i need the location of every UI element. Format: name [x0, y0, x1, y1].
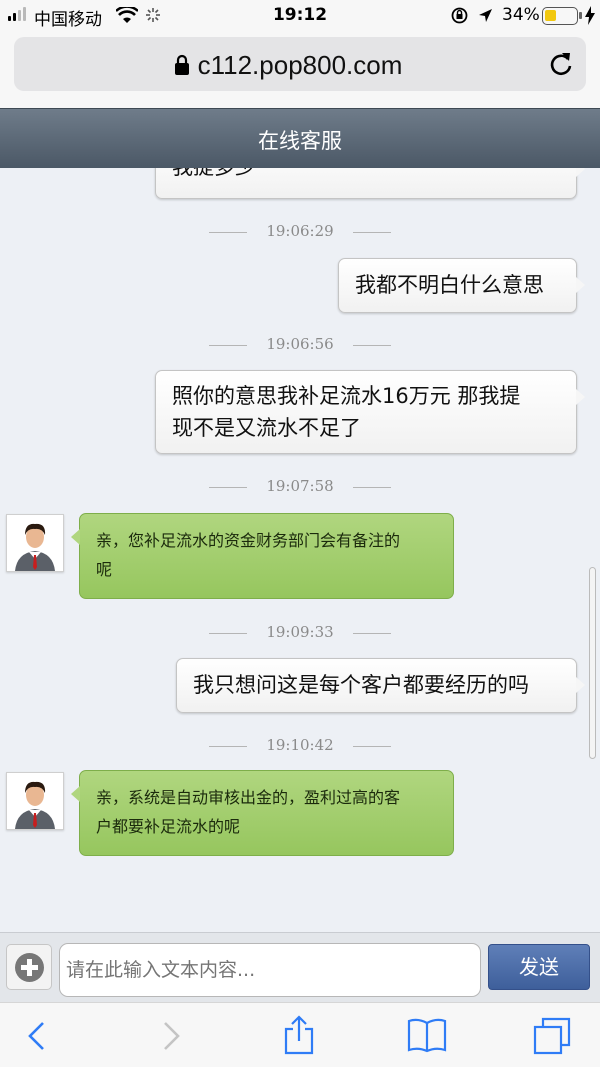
timestamp: 19:06:56: [0, 335, 600, 353]
battery-cap: [579, 12, 582, 19]
timestamp: 19:10:42: [0, 736, 600, 754]
forward-icon[interactable]: [160, 1021, 182, 1051]
bubble-tail: [71, 529, 80, 545]
page-title: 在线客服: [258, 129, 342, 153]
bubble-tail: [576, 277, 585, 293]
chat-area[interactable]: 我提多少 19:06:29 我都不明白什么意思 19:06:56 照你的意思我补…: [0, 168, 600, 932]
agent-avatar: [6, 514, 64, 572]
chat-scrollbar[interactable]: [589, 567, 596, 759]
bookmarks-icon[interactable]: [407, 1017, 447, 1053]
add-button[interactable]: [6, 944, 52, 990]
user-message: 我都不明白什么意思: [338, 258, 585, 313]
lock-icon: [175, 54, 189, 75]
agent-message: 亲，系统是自动审核出金的，盈利过高的客 户都要补足流水的呢: [71, 770, 454, 856]
agent-avatar: [6, 772, 64, 830]
message-text: 我提多少: [172, 168, 256, 179]
url-text[interactable]: c112.pop800.com: [14, 50, 586, 81]
user-message: 我提多少: [155, 168, 585, 199]
tabs-icon[interactable]: [533, 1017, 573, 1055]
bubble-tail: [576, 677, 585, 693]
message-composer: 发送: [0, 932, 600, 1002]
agent-avatar-icon: [7, 515, 63, 571]
battery-icon: [542, 7, 578, 25]
message-text-line: 现不是又流水不足了: [172, 416, 361, 440]
agent-message: 亲，您补足流水的资金财务部门会有备注的 呢: [71, 513, 454, 599]
bubble-tail: [576, 389, 585, 405]
reload-icon[interactable]: [548, 51, 574, 77]
location-icon: [479, 9, 492, 22]
timestamp-text: 19:06:56: [266, 335, 334, 353]
bubble-tail: [576, 168, 585, 177]
user-message: 照你的意思我补足流水16万元 那我提 现不是又流水不足了: [155, 370, 585, 454]
timestamp-text: 19:07:58: [266, 477, 334, 495]
chat-header: 在线客服: [0, 108, 600, 168]
bubble-tail: [71, 786, 80, 802]
message-text-line: 亲，您补足流水的资金财务部门会有备注的: [96, 531, 401, 550]
timestamp: 19:09:33: [0, 623, 600, 641]
battery-percent: 34%: [502, 5, 540, 25]
send-button[interactable]: 发送: [488, 944, 590, 990]
agent-avatar-icon: [7, 773, 63, 829]
timestamp-text: 19:10:42: [266, 736, 334, 754]
status-bar: 中国移动 19:12 34%: [0, 0, 600, 32]
address-bar[interactable]: c112.pop800.com: [14, 37, 586, 91]
timestamp: 19:06:29: [0, 222, 600, 240]
back-icon[interactable]: [26, 1021, 48, 1051]
orientation-lock-icon: [451, 7, 468, 24]
message-text: 我都不明白什么意思: [355, 273, 544, 297]
message-text: 我只想问这是每个客户都要经历的吗: [193, 673, 529, 697]
user-message: 我只想问这是每个客户都要经历的吗: [176, 658, 585, 713]
timestamp: 19:07:58: [0, 477, 600, 495]
browser-chrome: c112.pop800.com: [0, 32, 600, 108]
browser-toolbar: [0, 1002, 600, 1067]
message-text-line: 呢: [96, 560, 113, 579]
share-icon[interactable]: [283, 1015, 315, 1055]
message-text-line: 照你的意思我补足流水16万元 那我提: [172, 384, 521, 408]
timestamp-text: 19:09:33: [266, 623, 334, 641]
message-input[interactable]: [59, 943, 481, 997]
charging-icon: [585, 6, 595, 25]
message-text-line: 户都要补足流水的呢: [96, 817, 241, 836]
timestamp-text: 19:06:29: [266, 222, 334, 240]
message-text-line: 亲，系统是自动审核出金的，盈利过高的客: [96, 788, 401, 807]
